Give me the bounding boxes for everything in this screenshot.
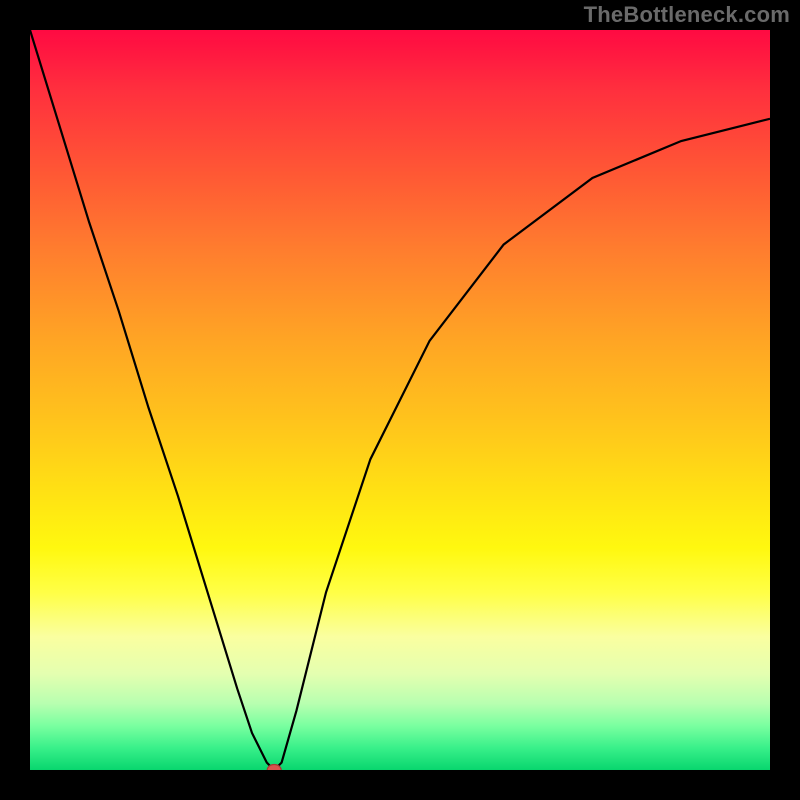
watermark-text: TheBottleneck.com (584, 2, 790, 28)
curve-layer (30, 30, 770, 770)
plot-area (30, 30, 770, 770)
chart-frame: TheBottleneck.com (0, 0, 800, 800)
bottleneck-curve (30, 30, 770, 770)
